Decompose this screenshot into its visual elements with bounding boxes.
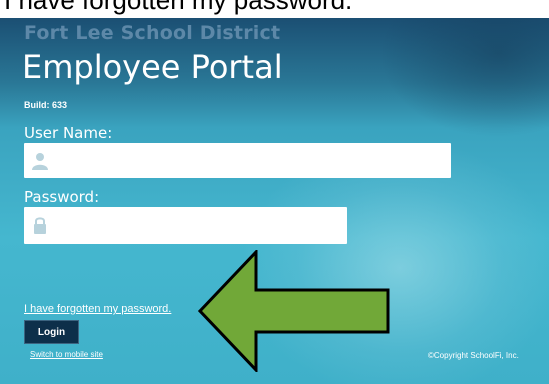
login-button[interactable]: Login bbox=[24, 320, 79, 344]
username-field[interactable] bbox=[24, 143, 451, 178]
arrow-shape bbox=[198, 250, 390, 372]
page-title: Employee Portal bbox=[22, 48, 283, 86]
switch-mobile-link[interactable]: Switch to mobile site bbox=[30, 350, 103, 359]
username-label: User Name: bbox=[24, 124, 113, 142]
password-field[interactable] bbox=[24, 207, 347, 244]
caption-strip: I have forgotten my password. bbox=[0, 0, 549, 18]
build-number: Build: 633 bbox=[24, 100, 68, 110]
user-icon bbox=[32, 153, 48, 170]
district-name: Fort Lee School District bbox=[24, 22, 281, 44]
lock-icon bbox=[34, 217, 46, 234]
background-shade bbox=[380, 18, 549, 138]
password-label: Password: bbox=[24, 188, 100, 206]
copyright-text: ©Copyright SchoolFi, Inc. bbox=[428, 351, 519, 360]
forgot-password-link[interactable]: I have forgotten my password. bbox=[24, 303, 171, 315]
caption-text: I have forgotten my password. bbox=[4, 0, 353, 15]
left-arrow-annotation bbox=[198, 250, 390, 372]
